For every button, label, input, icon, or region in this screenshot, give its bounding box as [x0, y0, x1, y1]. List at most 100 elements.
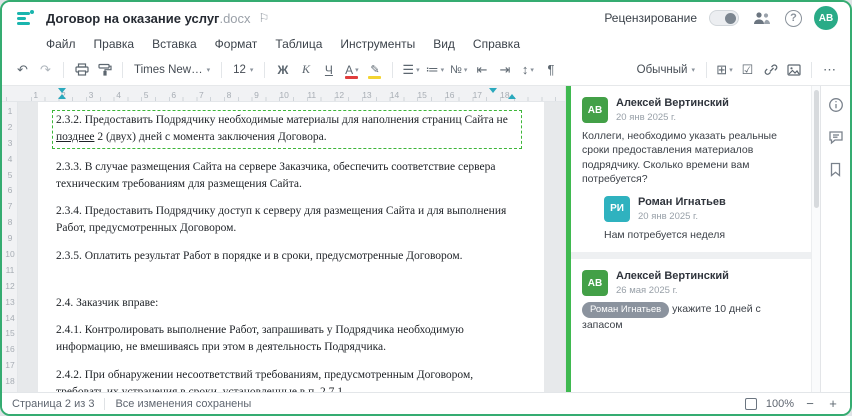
paragraph[interactable]: 2.3.3. В случае размещения Сайта на серв…: [56, 159, 518, 194]
feedback-icon[interactable]: [827, 128, 845, 146]
zoom-level[interactable]: 100%: [766, 398, 794, 410]
redo-button[interactable]: ↷: [35, 58, 56, 82]
ruler-number: 13: [362, 89, 372, 100]
paragraph[interactable]: 2.3.5. Оплатить результат Работ в порядк…: [56, 248, 518, 265]
menu-item[interactable]: Вставка: [152, 37, 197, 51]
nonprinting-chars-button[interactable]: ¶: [540, 58, 561, 82]
insert-table-button[interactable]: ⊞ ▾: [714, 58, 735, 82]
document-title: Договор на оказание услуг: [46, 10, 220, 26]
print-button[interactable]: [71, 58, 92, 82]
italic-button[interactable]: К: [295, 58, 316, 82]
mention-chip[interactable]: Роман Игнатьев: [582, 302, 670, 318]
undo-button[interactable]: ↶: [12, 58, 33, 82]
comment-avatar: РИ: [604, 195, 630, 222]
comment-anchor-text[interactable]: позднее: [56, 131, 94, 143]
info-icon[interactable]: [827, 96, 845, 114]
paragraph[interactable]: 2.4.2. При обнаружении несоответствий тр…: [56, 367, 518, 393]
document-canvas[interactable]: 2.3.2. Предоставить Подрядчику необходим…: [18, 102, 565, 392]
menu-item[interactable]: Таблица: [275, 37, 322, 51]
vertical-ruler[interactable]: 1 2 3 4 5 6 7 8 9 10 11 12 13 14 15 16 17 18: [2, 102, 18, 392]
ruler-number: 5: [7, 169, 13, 180]
ruler-number: 14: [389, 89, 400, 100]
paragraph[interactable]: 2.4. Заказчик вправе:: [56, 295, 518, 312]
font-color-button[interactable]: А ▾: [341, 58, 362, 82]
horizontal-ruler[interactable]: 1 2 3 4 5 6 7 8 9 10 11 12 13 14 15 16 17 18: [2, 86, 565, 102]
font-family-select[interactable]: Times New… ▾: [130, 58, 214, 82]
zoom-out-button[interactable]: −: [803, 396, 817, 411]
scrollbar-thumb[interactable]: [813, 90, 819, 208]
underline-button[interactable]: Ч: [318, 58, 339, 82]
document-extension: .docx: [219, 10, 251, 26]
ruler-number: 14: [5, 312, 15, 323]
left-indent-marker[interactable]: [58, 94, 66, 99]
ruler-number: 6: [7, 185, 13, 196]
ruler-numbers: 1 2 3 4 5 6 7 8 9 10 11 12 13 14 15 16 17 18: [2, 85, 519, 103]
right-margin-marker[interactable]: [508, 94, 516, 99]
paragraph-text: 2.3.2. Предоставить Подрядчику необходим…: [56, 114, 508, 126]
zoom-in-button[interactable]: +: [826, 396, 840, 411]
ruler-number: 16: [5, 344, 15, 355]
menu-item[interactable]: Правка: [94, 37, 135, 51]
ruler-number: 2: [7, 121, 13, 132]
menu-item[interactable]: Вид: [433, 37, 455, 51]
bullet-list-button[interactable]: ≔ ▾: [424, 58, 447, 82]
menu-item[interactable]: Формат: [215, 37, 258, 51]
increase-indent-button[interactable]: ⇥: [494, 58, 515, 82]
alignment-button[interactable]: ☰ ▾: [400, 58, 421, 82]
comment-author: Алексей Вертинский: [616, 270, 729, 283]
font-size-select[interactable]: 12 ▾: [229, 58, 257, 82]
user-avatar[interactable]: АВ: [814, 6, 838, 30]
fit-page-icon[interactable]: [744, 397, 757, 410]
comment-date: 20 янв 2025 г.: [616, 112, 677, 124]
ruler-number: 10: [279, 89, 289, 100]
save-status: Все изменения сохранены: [115, 397, 252, 410]
help-icon[interactable]: ?: [785, 9, 802, 27]
comment-thread[interactable]: АВ Алексей Вертинский 20 янв 2025 г. Кол…: [566, 86, 811, 252]
page-indicator[interactable]: Страница 2 из 3: [12, 398, 94, 410]
ruler-number: 11: [5, 264, 15, 275]
menu-item[interactable]: Файл: [46, 37, 76, 51]
comment-author: Роман Игнатьев: [638, 195, 726, 208]
bookmark-icon[interactable]: [827, 160, 845, 178]
ruler-number: 6: [171, 89, 177, 100]
more-tools-button[interactable]: ⋯: [819, 58, 840, 82]
editor-area: 1 2 3 4 5 6 7 8 9 10 11 12 13 14 15 16 17 18 1 2 3 4 5 6 7 8 9 10 1…: [2, 86, 565, 392]
paragraph-commented[interactable]: 2.3.2. Предоставить Подрядчику необходим…: [52, 110, 522, 149]
comments-scrollbar[interactable]: [811, 86, 820, 392]
document-page[interactable]: 2.3.2. Предоставить Подрядчику необходим…: [38, 102, 544, 392]
flag-icon[interactable]: ⚐: [259, 11, 270, 25]
ruler-number: 3: [88, 89, 94, 100]
comment-thread[interactable]: АВ Алексей Вертинский 26 мая 2025 г. Ром…: [566, 259, 811, 342]
insert-image-button[interactable]: [783, 58, 804, 82]
paragraph[interactable]: 2.4.1. Контролировать выполнение Работ, …: [56, 322, 518, 357]
menu-item[interactable]: Инструменты: [340, 37, 415, 51]
ruler-number: 9: [7, 233, 13, 244]
ruler-number: 12: [5, 280, 15, 291]
spellcheck-button[interactable]: ☑: [737, 58, 758, 82]
ruler-number: 7: [7, 201, 13, 212]
review-toggle[interactable]: [709, 10, 739, 26]
statusbar: Страница 2 из 3 Все изменения сохранены …: [2, 392, 850, 414]
app-logo-icon[interactable]: [14, 7, 36, 29]
ruler-number: 1: [33, 89, 39, 100]
format-painter-button[interactable]: [94, 58, 115, 82]
ruler-number: 15: [417, 89, 427, 100]
first-line-indent-marker[interactable]: [58, 88, 66, 93]
highlight-button[interactable]: ✎: [364, 58, 385, 82]
paragraph-text: 2 (двух) дней с момента заключения Догов…: [94, 131, 327, 144]
insert-link-button[interactable]: [760, 58, 781, 82]
titlebar: Договор на оказание услуг .docx ⚐ Реценз…: [2, 2, 850, 34]
comment-date: 20 янв 2025 г.: [638, 211, 699, 223]
comment-reply[interactable]: РИ Роман Игнатьев 20 янв 2025 г. Нам пот…: [604, 195, 799, 242]
collaborators-icon[interactable]: [751, 7, 773, 29]
active-comment-indicator: [566, 86, 571, 392]
comment-text: Нам потребуется неделя: [604, 229, 726, 242]
line-spacing-button[interactable]: ↕ ▾: [517, 58, 538, 82]
bold-button[interactable]: Ж: [272, 58, 293, 82]
menu-item[interactable]: Справка: [473, 37, 520, 51]
decrease-indent-button[interactable]: ⇤: [471, 58, 492, 82]
paragraph[interactable]: 2.3.4. Предоставить Подрядчику доступ к …: [56, 203, 518, 238]
numbered-list-button[interactable]: № ▾: [448, 58, 469, 82]
paragraph-style-select[interactable]: Обычный ▾: [633, 58, 699, 82]
right-indent-marker[interactable]: [489, 88, 497, 93]
